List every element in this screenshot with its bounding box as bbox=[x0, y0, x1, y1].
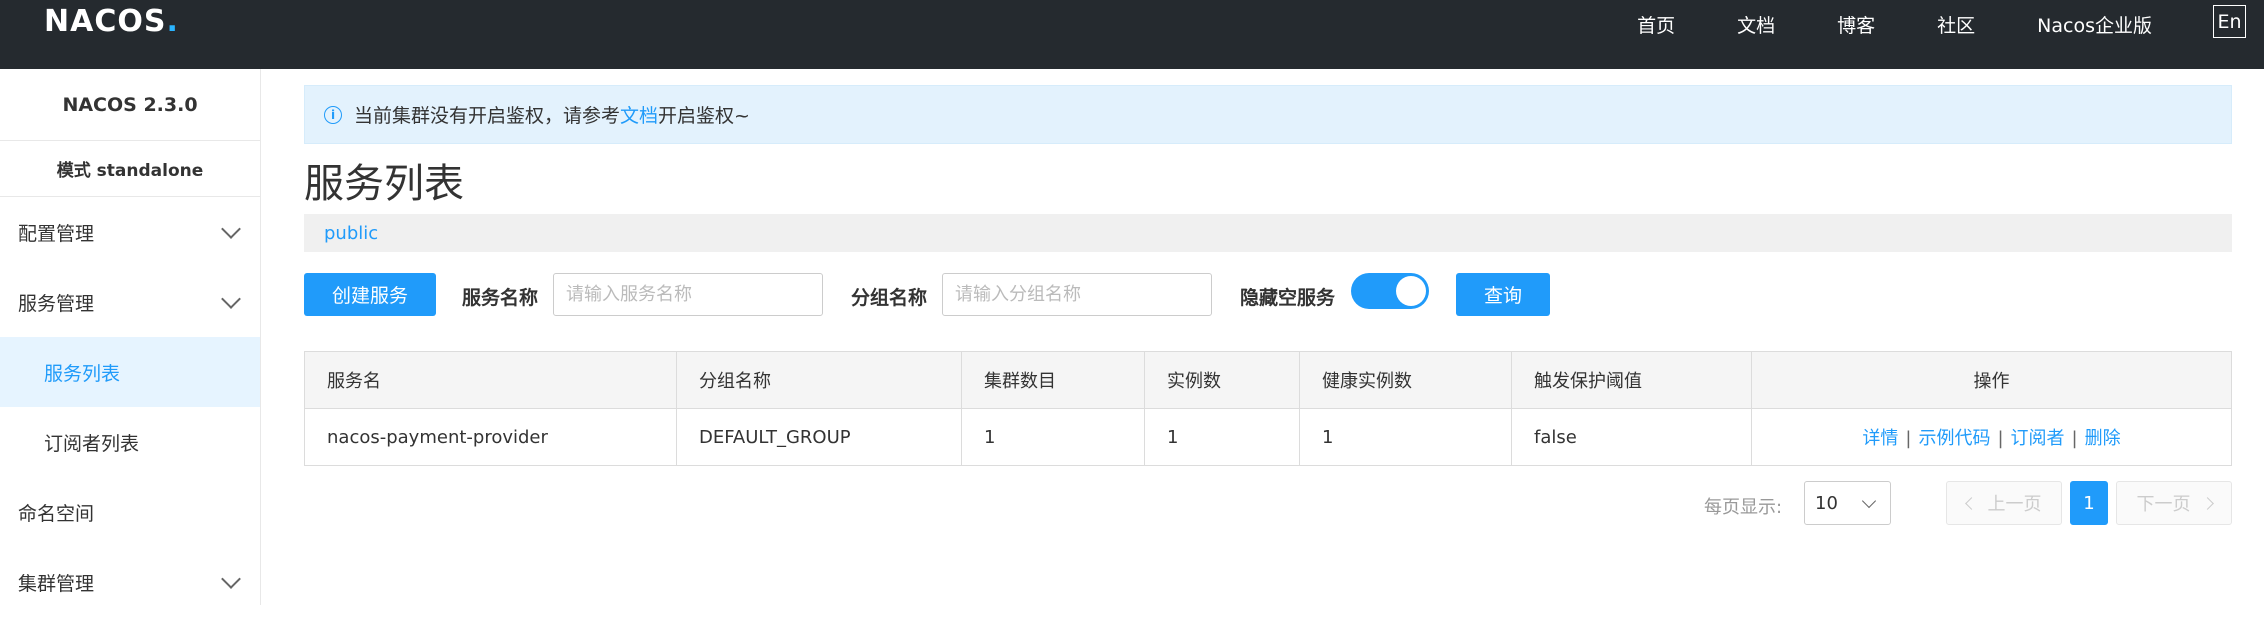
service-table: 服务名 分组名称 集群数目 实例数 健康实例数 触发保护阈值 操作 nacos-… bbox=[304, 351, 2232, 466]
col-instance-count[interactable]: 实例数 bbox=[1144, 351, 1300, 409]
separator: | bbox=[1997, 428, 2004, 449]
pagination: 每页显示: 10 上一页 1 下一页 bbox=[304, 481, 2232, 525]
col-threshold[interactable]: 触发保护阈值 bbox=[1511, 351, 1752, 409]
notice-text-after: 开启鉴权~ bbox=[658, 105, 750, 127]
cell-operations: 详情 | 示例代码 | 订阅者 | 删除 bbox=[1751, 408, 2232, 466]
table-header-row: 服务名 分组名称 集群数目 实例数 健康实例数 触发保护阈值 操作 bbox=[304, 351, 2232, 409]
sidebar-item-label: 服务管理 bbox=[18, 292, 95, 315]
auth-notice: i 当前集群没有开启鉴权，请参考 文档 开启鉴权~ bbox=[304, 85, 2232, 144]
sidebar: NACOS 2.3.0 模式 standalone 配置管理 服务管理 服务列表… bbox=[0, 69, 261, 605]
table-row: nacos-payment-provider DEFAULT_GROUP 1 1… bbox=[304, 408, 2232, 466]
cell-instance-count: 1 bbox=[1144, 408, 1300, 466]
page-size-select[interactable]: 10 bbox=[1804, 481, 1891, 525]
cell-service-name: nacos-payment-provider bbox=[304, 408, 677, 466]
sidebar-item-label: 集群管理 bbox=[18, 572, 95, 595]
toggle-knob bbox=[1396, 276, 1426, 306]
search-toolbar: 创建服务 服务名称 分组名称 隐藏空服务 查询 bbox=[304, 273, 2232, 317]
next-page-button[interactable]: 下一页 bbox=[2116, 481, 2232, 525]
sidebar-item-cluster-management[interactable]: 集群管理 bbox=[0, 547, 260, 617]
group-name-label: 分组名称 bbox=[851, 287, 928, 309]
chevron-down-icon bbox=[221, 569, 241, 589]
namespace-public[interactable]: public bbox=[324, 223, 378, 244]
col-group-name[interactable]: 分组名称 bbox=[676, 351, 962, 409]
cell-cluster-count: 1 bbox=[961, 408, 1145, 466]
query-button[interactable]: 查询 bbox=[1456, 273, 1550, 316]
next-page-label: 下一页 bbox=[2136, 494, 2191, 515]
service-name-label: 服务名称 bbox=[462, 287, 539, 309]
hide-empty-label: 隐藏空服务 bbox=[1240, 287, 1336, 309]
separator: | bbox=[2071, 428, 2078, 449]
sidebar-item-config-management[interactable]: 配置管理 bbox=[0, 197, 260, 267]
separator: | bbox=[1905, 428, 1912, 449]
sidebar-item-label: 命名空间 bbox=[18, 502, 95, 525]
prev-page-button[interactable]: 上一页 bbox=[1946, 481, 2062, 525]
chevron-left-icon bbox=[1964, 496, 1978, 510]
sidebar-item-label: 配置管理 bbox=[18, 222, 95, 245]
subscribers-link[interactable]: 订阅者 bbox=[2011, 428, 2065, 449]
col-service-name[interactable]: 服务名 bbox=[304, 351, 677, 409]
col-healthy-count[interactable]: 健康实例数 bbox=[1299, 351, 1512, 409]
group-name-input[interactable] bbox=[942, 273, 1212, 316]
top-nav: 首页 文档 博客 社区 Nacos企业版 bbox=[1575, 0, 2152, 48]
prev-page-label: 上一页 bbox=[1987, 494, 2042, 515]
service-name-input[interactable] bbox=[553, 273, 823, 316]
col-operations: 操作 bbox=[1751, 351, 2232, 409]
notice-text-before: 当前集群没有开启鉴权，请参考 bbox=[354, 105, 621, 127]
sidebar-item-service-list[interactable]: 服务列表 bbox=[0, 337, 260, 407]
page-size-label: 每页显示: bbox=[1704, 497, 1783, 518]
nav-blog[interactable]: 博客 bbox=[1837, 11, 1875, 38]
chevron-down-icon bbox=[221, 219, 241, 239]
col-cluster-count[interactable]: 集群数目 bbox=[961, 351, 1145, 409]
cell-threshold: false bbox=[1511, 408, 1752, 466]
info-icon: i bbox=[324, 105, 342, 124]
chevron-down-icon bbox=[1861, 493, 1877, 509]
delete-link[interactable]: 删除 bbox=[2085, 428, 2121, 449]
page-size-value: 10 bbox=[1815, 492, 1838, 514]
chevron-down-icon bbox=[221, 289, 241, 309]
sidebar-item-subscriber-list[interactable]: 订阅者列表 bbox=[0, 407, 260, 477]
top-navbar: NACOS. 首页 文档 博客 社区 Nacos企业版 En bbox=[0, 0, 2264, 69]
nav-home[interactable]: 首页 bbox=[1637, 11, 1675, 38]
sidebar-item-service-management[interactable]: 服务管理 bbox=[0, 267, 260, 337]
cell-group-name: DEFAULT_GROUP bbox=[676, 408, 962, 466]
nav-docs[interactable]: 文档 bbox=[1737, 11, 1775, 38]
page-1-button[interactable]: 1 bbox=[2070, 481, 2108, 525]
details-link[interactable]: 详情 bbox=[1862, 428, 1898, 449]
mode-label: 模式 standalone bbox=[0, 141, 260, 197]
nav-community[interactable]: 社区 bbox=[1937, 11, 1975, 38]
version-label: NACOS 2.3.0 bbox=[0, 69, 260, 141]
sidebar-item-namespace[interactable]: 命名空间 bbox=[0, 477, 260, 547]
nacos-logo[interactable]: NACOS. bbox=[44, 4, 179, 40]
cell-healthy-count: 1 bbox=[1299, 408, 1512, 466]
namespace-bar: public bbox=[304, 214, 2232, 252]
notice-docs-link[interactable]: 文档 bbox=[620, 101, 658, 128]
create-service-button[interactable]: 创建服务 bbox=[304, 273, 436, 316]
page-title: 服务列表 bbox=[304, 161, 464, 207]
hide-empty-toggle[interactable] bbox=[1351, 273, 1429, 309]
nav-enterprise[interactable]: Nacos企业版 bbox=[2037, 11, 2152, 38]
sample-code-link[interactable]: 示例代码 bbox=[1918, 428, 1990, 449]
language-switch-button[interactable]: En bbox=[2213, 5, 2246, 38]
chevron-right-icon bbox=[2200, 496, 2214, 510]
